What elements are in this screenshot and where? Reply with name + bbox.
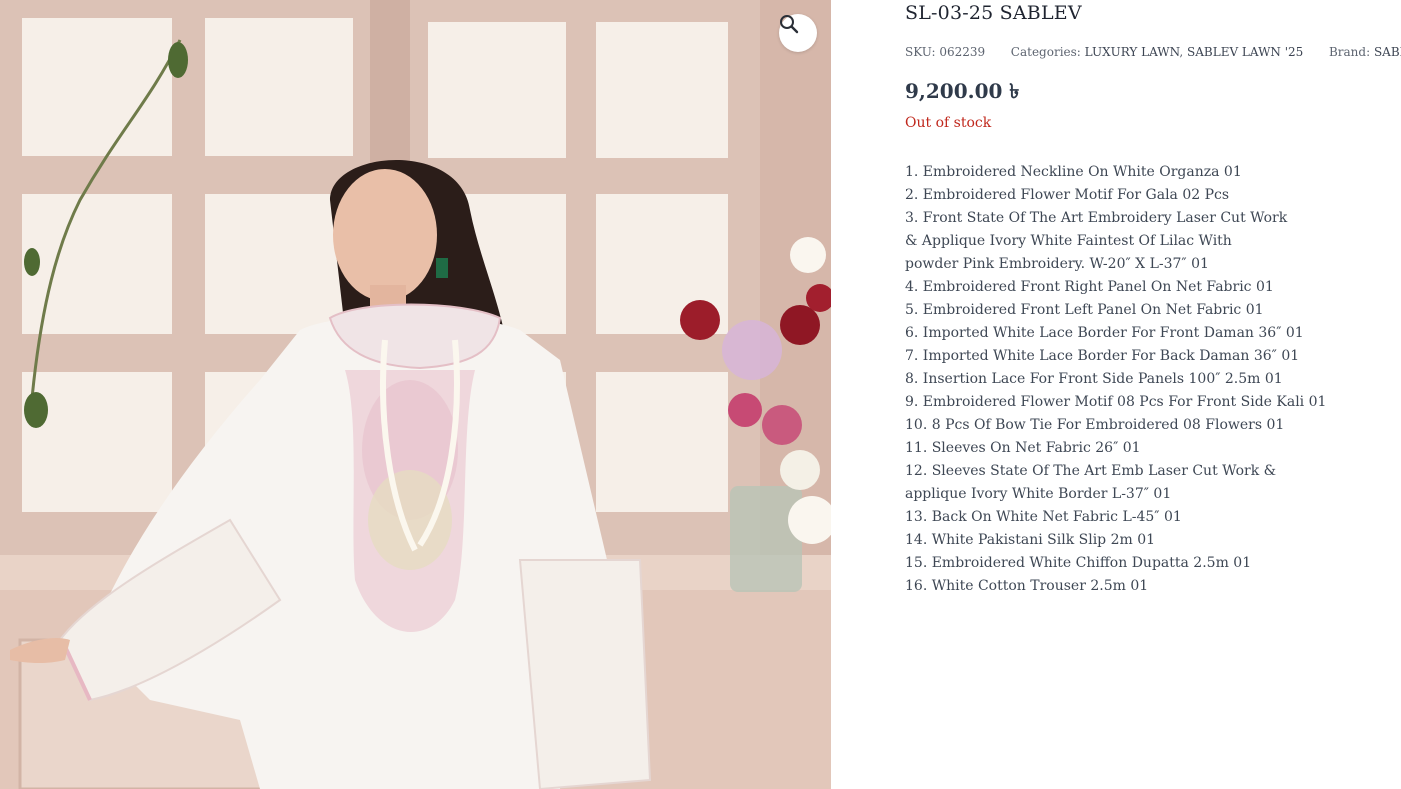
product-meta: SKU: 062239 Categories: LUXURY LAWN, SAB… [905,45,1401,59]
description-line: 12. Sleeves State Of The Art Emb Laser C… [905,463,1277,479]
description-line: 6. Imported White Lace Border For Front … [905,325,1304,341]
sku-label: SKU: [905,45,936,59]
product-price: 9,200.00 ৳ [905,79,1020,103]
brand-label: Brand: [1328,45,1371,59]
categories-label: Categories: [1010,45,1081,59]
description-line: 9. Embroidered Flower Motif 08 Pcs For F… [905,394,1327,410]
description-line: 15. Embroidered White Chiffon Dupatta 2.… [905,555,1252,571]
description-line: 16. White Cotton Trouser 2.5m 01 [905,578,1149,594]
description-line: 4. Embroidered Front Right Panel On Net … [905,279,1274,295]
product-image-gallery[interactable] [0,0,831,789]
description-line: powder Pink Embroidery. W-20″ X L-37″ 01 [905,256,1209,272]
description-line: 7. Imported White Lace Border For Back D… [905,348,1300,364]
category-link-luxury-lawn[interactable]: LUXURY LAWN [1085,45,1180,59]
description-line: 14. White Pakistani Silk Slip 2m 01 [905,532,1156,548]
description-line: 13. Back On White Net Fabric L-45″ 01 [905,509,1182,525]
description-line: 1. Embroidered Neckline On White Organza… [905,164,1242,180]
product-photo [0,0,831,789]
magnifier-icon [780,15,799,34]
category-link-sablev-lawn[interactable]: SABLEV LAWN '25 [1187,45,1303,59]
category-separator: , [1179,45,1188,59]
product-title: SL-03-25 SABLEV [905,2,1082,24]
description-line: 2. Embroidered Flower Motif For Gala 02 … [905,187,1230,203]
product-description: 1. Embroidered Neckline On White Organza… [905,161,1385,598]
description-line: 8. Insertion Lace For Front Side Panels … [905,371,1283,387]
description-line: 10. 8 Pcs Of Bow Tie For Embroidered 08 … [905,417,1285,433]
zoom-button[interactable] [779,14,817,52]
description-line: 5. Embroidered Front Left Panel On Net F… [905,302,1264,318]
description-line: applique Ivory White Border L-37″ 01 [905,486,1172,502]
description-line: & Applique Ivory White Faintest Of Lilac… [905,233,1232,249]
description-line: 11. Sleeves On Net Fabric 26″ 01 [905,440,1141,456]
description-line: 3. Front State Of The Art Embroidery Las… [905,210,1288,226]
sku-value: 062239 [939,45,986,59]
stock-status: Out of stock [905,115,992,131]
brand-link[interactable]: SABLEV [1374,45,1401,59]
